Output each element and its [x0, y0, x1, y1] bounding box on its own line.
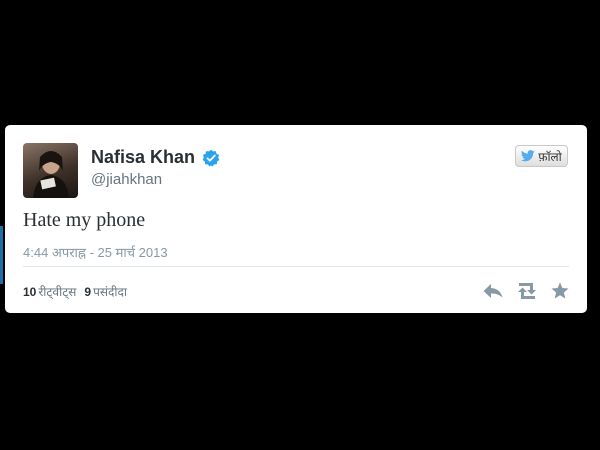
- favorite-count: 9: [84, 285, 92, 299]
- twitter-bird-icon: [521, 150, 535, 162]
- divider: [23, 266, 569, 267]
- tweet-actions: [483, 282, 569, 299]
- author-name-row: Nafisa Khan: [91, 147, 220, 168]
- favorite-button[interactable]: [551, 282, 569, 299]
- star-icon: [551, 282, 569, 299]
- follow-button-label: फ़ॉलो: [538, 149, 562, 164]
- retweet-icon: [518, 282, 536, 299]
- left-edge-highlight: [0, 226, 3, 284]
- retweet-label: रीट्वीट्स: [38, 285, 77, 299]
- tweet-stats: 10 रीट्वीट्स 9 पसंदीदा: [23, 283, 127, 300]
- retweet-count: 10: [23, 285, 37, 299]
- tweet-card: Nafisa Khan @jiahkhan फ़ॉलो Hate my phon…: [5, 125, 587, 313]
- verified-badge-icon: [202, 149, 220, 167]
- tweet-text: Hate my phone: [23, 209, 146, 231]
- avatar-photo: [33, 151, 69, 198]
- favorite-label: पसंदीदा: [93, 285, 127, 299]
- author-display-name[interactable]: Nafisa Khan: [91, 147, 195, 168]
- author-handle[interactable]: @jiahkhan: [91, 171, 162, 188]
- tweet-timestamp[interactable]: 4:44 अपराह्न - 25 मार्च 2013: [23, 243, 168, 261]
- reply-icon: [483, 283, 503, 298]
- reply-button[interactable]: [483, 283, 503, 299]
- retweet-stat[interactable]: 10 रीट्वीट्स: [23, 283, 76, 300]
- follow-button[interactable]: फ़ॉलो: [515, 145, 568, 167]
- retweet-button[interactable]: [515, 282, 539, 299]
- favorite-stat[interactable]: 9 पसंदीदा: [84, 283, 127, 300]
- avatar[interactable]: [23, 143, 78, 198]
